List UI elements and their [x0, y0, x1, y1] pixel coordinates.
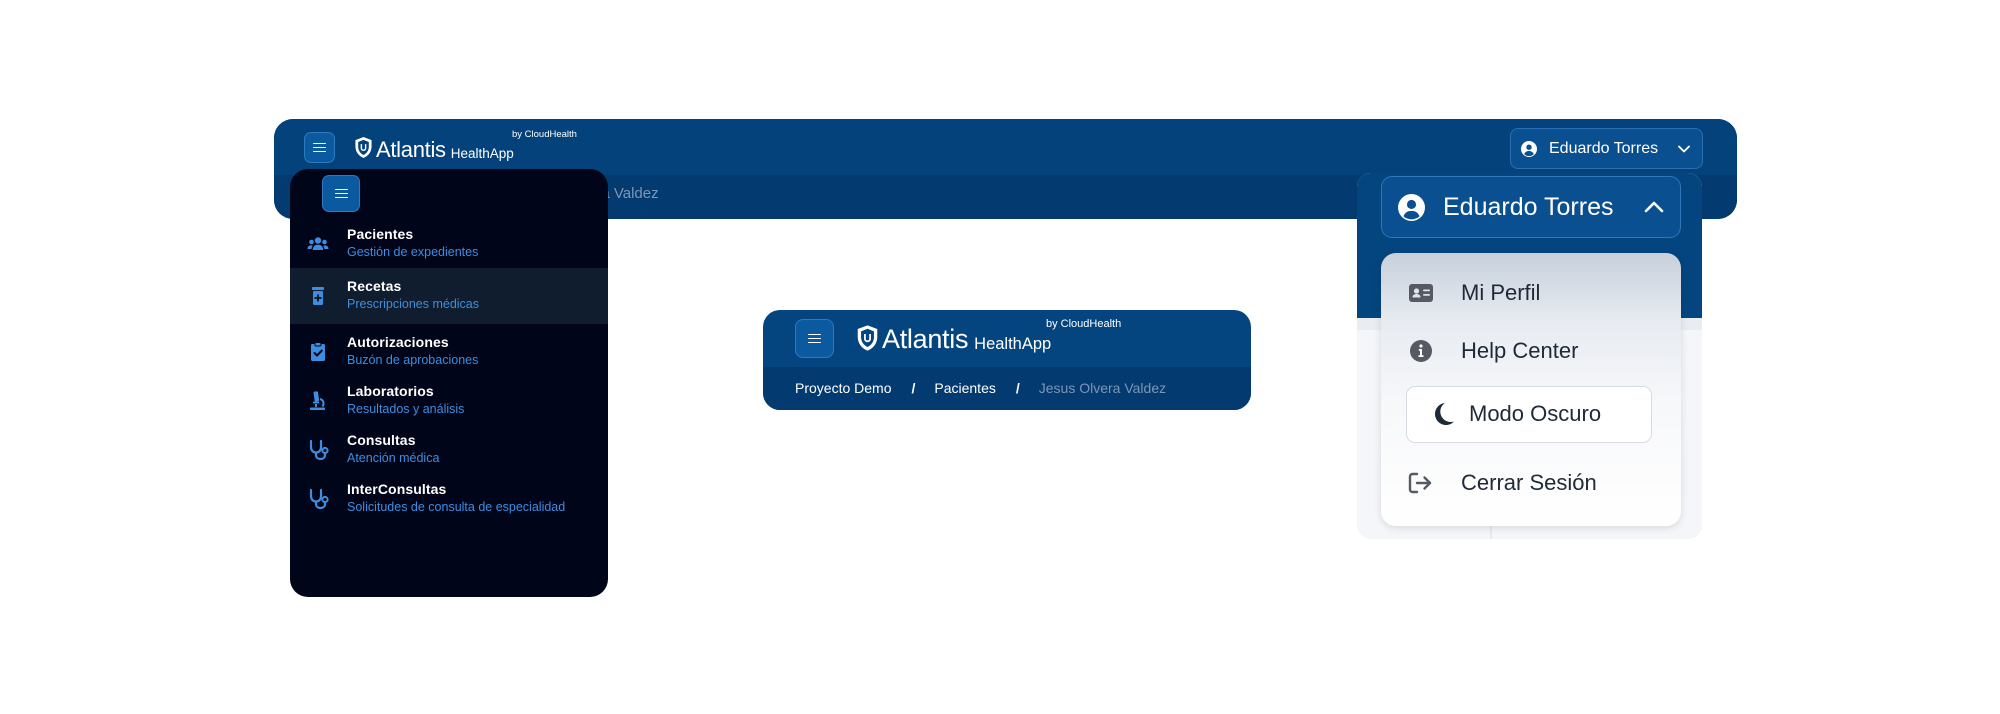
- breadcrumb-separator: /: [1015, 380, 1020, 396]
- sidebar-item-sublabel: Buzón de aprobaciones: [347, 353, 479, 367]
- sidebar-item-sublabel: Atención médica: [347, 451, 440, 465]
- user-menu-button[interactable]: Eduardo Torres: [1510, 128, 1703, 169]
- sidebar-item-recetas[interactable]: Recetas Prescripciones médicas: [290, 268, 608, 324]
- sidebar-item-sublabel: Resultados y análisis: [347, 402, 465, 416]
- user-name: Eduardo Torres: [1443, 192, 1614, 221]
- breadcrumb-item-proyecto[interactable]: Proyecto Demo: [795, 380, 891, 396]
- user-menu-button-open[interactable]: Eduardo Torres: [1381, 176, 1681, 238]
- hamburger-icon: [808, 333, 821, 344]
- hamburger-icon: [334, 188, 348, 199]
- sidebar-item-label: Recetas: [347, 278, 402, 294]
- brand-name: Atlantis: [376, 137, 446, 162]
- sidebar-item-interconsultas[interactable]: InterConsultas Solicitudes de consulta d…: [290, 475, 608, 523]
- app-logo: Atlantis HealthApp by CloudHealth: [354, 129, 577, 162]
- user-name: Eduardo Torres: [1549, 139, 1659, 157]
- sidebar-item-label: Consultas: [347, 432, 416, 448]
- menu-item-label: Help Center: [1461, 338, 1579, 363]
- sidebar-item-label: Autorizaciones: [347, 334, 449, 350]
- clipboard-check-icon: [311, 342, 325, 361]
- chevron-up-icon: [1644, 201, 1664, 213]
- sidebar-item-label: InterConsultas: [347, 481, 447, 497]
- shield-logo-icon: [857, 325, 878, 351]
- sidebar-item-label: Pacientes: [347, 226, 414, 242]
- menu-item-cerrar-sesion[interactable]: Cerrar Sesión: [1381, 461, 1681, 505]
- sidebar-item-label: Laboratorios: [347, 383, 434, 399]
- sidebar-item-sublabel: Solicitudes de consulta de especialidad: [347, 500, 566, 514]
- menu-item-help-center[interactable]: Help Center: [1381, 329, 1681, 373]
- sidebar-item-sublabel: Prescripciones médicas: [347, 297, 479, 311]
- sidebar-item-laboratorios[interactable]: Laboratorios Resultados y análisis: [290, 377, 608, 425]
- dark-mode-label: Modo Oscuro: [1469, 401, 1602, 426]
- menu-toggle-button[interactable]: [795, 319, 834, 358]
- brand-byline: by CloudHealth: [512, 129, 577, 140]
- hamburger-icon: [313, 142, 326, 153]
- sidebar-item-pacientes[interactable]: Pacientes Gestión de expedientes: [290, 220, 608, 268]
- prescription-bottle-icon: [312, 287, 324, 305]
- breadcrumb-current: Jesus Olvera Valdez: [1038, 380, 1167, 396]
- app-logo: Atlantis HealthApp by CloudHealth: [856, 318, 1121, 354]
- chevron-down-icon: [1678, 145, 1690, 152]
- sidebar-item-consultas[interactable]: Consultas Atención médica: [290, 426, 608, 474]
- sidebar-menu-toggle-button[interactable]: [322, 175, 360, 212]
- sign-out-icon: [1408, 472, 1432, 494]
- breadcrumb-separator: /: [911, 380, 916, 396]
- menu-toggle-button[interactable]: [304, 132, 335, 163]
- stethoscope-icon: [309, 439, 329, 461]
- brand-byline: by CloudHealth: [1046, 318, 1122, 330]
- mobile-header-preview: Atlantis HealthApp by CloudHealth Proyec…: [763, 310, 1251, 410]
- sidebar: Pacientes Gestión de expedientes Recetas…: [290, 169, 608, 597]
- users-icon: [307, 237, 329, 250]
- brand-app-name: HealthApp: [450, 146, 514, 161]
- user-circle-icon: [1521, 140, 1537, 157]
- dark-mode-toggle-button[interactable]: Modo Oscuro: [1406, 386, 1652, 443]
- menu-item-mi-perfil[interactable]: Mi Perfil: [1381, 271, 1681, 315]
- shield-logo-icon: [355, 137, 372, 158]
- brand-name: Atlantis: [882, 324, 969, 354]
- breadcrumb: Proyecto Demo / Pacientes / Jesus Olvera…: [795, 380, 1166, 396]
- microscope-icon: [310, 391, 325, 410]
- sidebar-item-autorizaciones[interactable]: Autorizaciones Buzón de aprobaciones: [290, 328, 608, 376]
- stethoscope-icon: [309, 488, 329, 510]
- brand-app-name: HealthApp: [974, 335, 1052, 353]
- menu-item-label: Cerrar Sesión: [1461, 470, 1597, 495]
- id-card-icon: [1409, 284, 1433, 302]
- sidebar-item-sublabel: Gestión de expedientes: [347, 245, 479, 259]
- menu-item-label: Mi Perfil: [1461, 280, 1541, 305]
- user-circle-icon: [1398, 193, 1425, 221]
- breadcrumb-item-pacientes[interactable]: Pacientes: [934, 380, 995, 396]
- moon-icon: [1435, 403, 1454, 425]
- info-circle-icon: [1410, 340, 1432, 362]
